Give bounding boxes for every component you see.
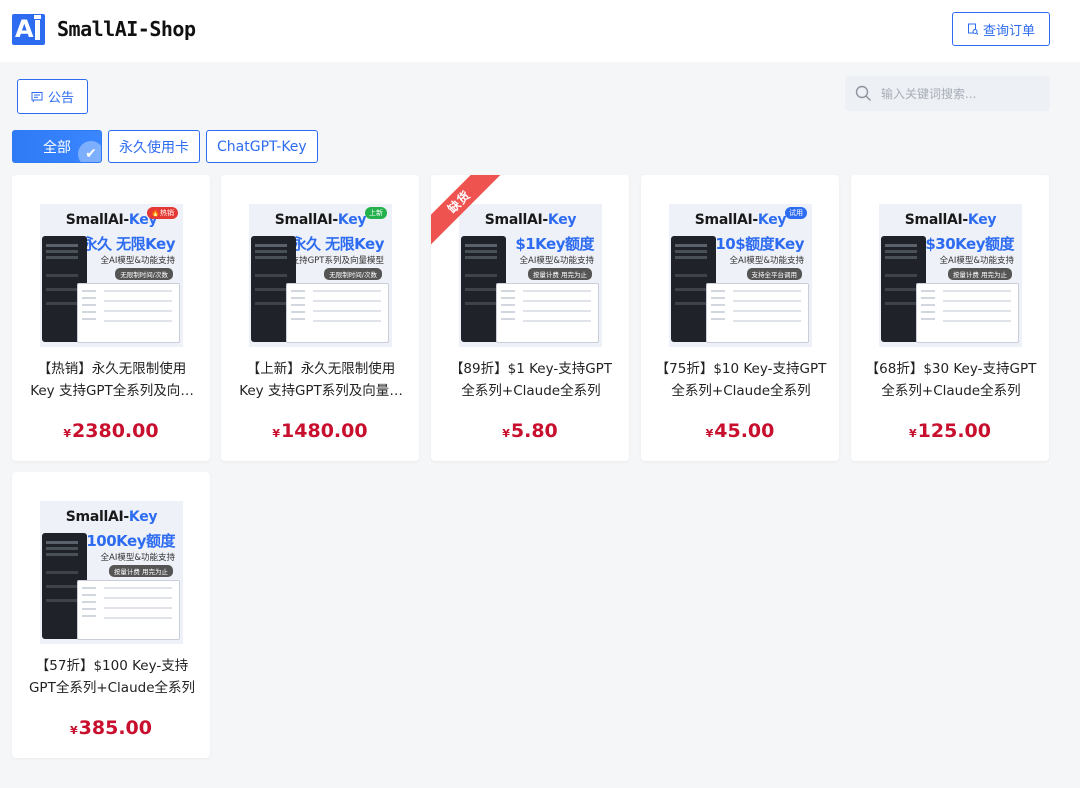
- logo-icon[interactable]: A: [12, 14, 45, 45]
- search-icon: [855, 85, 871, 101]
- tab-chatgpt-key-label: ChatGPT-Key: [217, 138, 307, 155]
- desktop-mockup: [286, 283, 389, 343]
- thumb-pill: 无限制时间/次数: [115, 268, 173, 280]
- thumb-title-b: Key: [757, 212, 787, 228]
- thumb-badge: 🔥热销: [147, 207, 178, 219]
- product-card[interactable]: SmallAI-Key 🔥热销 永久 无限Key 全AI模型&功能支持 无限制时间/次数…: [12, 175, 210, 461]
- desktop-mockup: [916, 283, 1019, 343]
- desktop-mockup: [77, 283, 180, 343]
- header: A SmallAI-Shop 查询订单: [0, 0, 1080, 62]
- currency-symbol: ¥: [705, 427, 714, 440]
- product-image[interactable]: SmallAI-Key 上新永久 无限Key 仅支持GPT系列及向量模型无限制时间/…: [249, 204, 392, 347]
- thumb-headline: 永久 无限Key: [291, 235, 384, 253]
- thumb-title-b: Key: [967, 212, 997, 228]
- document-search-icon: [967, 23, 979, 35]
- query-order-button[interactable]: 查询订单: [952, 12, 1050, 46]
- product-name[interactable]: 【68折】$30 Key-支持GPT全系列+Claude全系列: [865, 358, 1037, 402]
- product-card[interactable]: SmallAI-Key $1Key额度 全AI模型&功能支持 按量计费 用完为止 缺货【…: [431, 175, 629, 461]
- thumb-title-a: SmallAI-: [65, 212, 129, 228]
- check-icon: ✔: [78, 141, 101, 162]
- product-price: ¥5.80: [431, 420, 629, 442]
- thumb-title-b: Key: [337, 212, 367, 228]
- tab-permanent-card[interactable]: 永久使用卡: [108, 130, 200, 163]
- product-price: ¥2380.00: [12, 420, 210, 442]
- thumb-title: SmallAI-Key: [40, 509, 183, 525]
- thumb-pill: 支持全平台调用: [746, 268, 802, 280]
- desktop-mockup: [496, 283, 599, 343]
- currency-symbol: ¥: [909, 427, 917, 440]
- product-image[interactable]: SmallAI-Key 🔥热销 永久 无限Key 全AI模型&功能支持 无限制时间/次数: [40, 204, 183, 347]
- thumb-title: SmallAI-Key: [459, 212, 602, 228]
- product-card[interactable]: SmallAI-Key $30Key额度全AI模型&功能支持 按量计费 用完为止【6…: [851, 175, 1049, 461]
- thumb-badge: 上新: [365, 207, 387, 219]
- thumb-title-a: SmallAI-: [65, 509, 129, 525]
- tab-all-label: 全部: [43, 139, 71, 156]
- thumb-badge: 试用: [785, 207, 807, 219]
- thumb-subtitle: 全AI模型&功能支持: [100, 256, 175, 266]
- currency-symbol: ¥: [63, 427, 72, 440]
- product-name[interactable]: 【热销】永久无限制使用Key 支持GPT全系列及向量模型: [26, 358, 198, 402]
- currency-symbol: ¥: [502, 427, 510, 440]
- thumb-headline: $100Key额度: [76, 532, 175, 550]
- notice-button[interactable]: 公告: [17, 79, 88, 114]
- search-input[interactable]: [881, 86, 1041, 101]
- tab-all[interactable]: 全部 ✔: [12, 130, 102, 163]
- price-value: 1480.00: [281, 420, 368, 442]
- product-price: ¥125.00: [851, 420, 1049, 442]
- thumb-headline: $30Key额度: [925, 235, 1014, 253]
- product-price: ¥45.00: [641, 420, 839, 442]
- thumb-title-a: SmallAI-: [484, 212, 548, 228]
- product-image[interactable]: SmallAI-Key 试用 10$额度Key 全AI模型&功能支持支持全平台调用: [669, 204, 812, 347]
- currency-symbol: ¥: [70, 724, 78, 737]
- product-card[interactable]: SmallAI-Key $100Key额度全AI模型&功能支持 按量计费 用完为止【…: [12, 472, 210, 758]
- thumb-title-a: SmallAI-: [274, 212, 338, 228]
- product-price: ¥1480.00: [221, 420, 419, 442]
- thumb-headline: 10$额度Key: [715, 235, 804, 253]
- price-value: 5.80: [510, 420, 558, 442]
- thumb-subtitle: 全AI模型&功能支持: [519, 256, 594, 266]
- tab-permanent-card-label: 永久使用卡: [119, 139, 189, 156]
- product-price: ¥385.00: [12, 717, 210, 739]
- message-icon: [31, 91, 43, 102]
- product-name[interactable]: 【75折】$10 Key-支持GPT全系列+Claude全系列: [655, 358, 827, 402]
- thumb-title-b: Key: [547, 212, 577, 228]
- product-name[interactable]: 【57折】$100 Key-支持GPT全系列+Claude全系列: [26, 655, 198, 699]
- thumb-pill: 无限制时间/次数: [324, 268, 382, 280]
- price-value: 45.00: [714, 420, 775, 442]
- thumb-title-a: SmallAI-: [694, 212, 758, 228]
- product-image[interactable]: SmallAI-Key $100Key额度全AI模型&功能支持 按量计费 用完为止: [40, 501, 183, 644]
- thumb-title-b: Key: [128, 509, 158, 525]
- notice-label: 公告: [47, 90, 74, 105]
- thumb-subtitle: 仅支持GPT系列及向量模型: [282, 256, 384, 266]
- thumb-headline: $1Key额度: [515, 235, 594, 253]
- product-image[interactable]: SmallAI-Key $1Key额度全AI模型&功能支持 按量计费 用完为止: [459, 204, 602, 347]
- thumb-title: SmallAI-Key: [879, 212, 1022, 228]
- thumb-pill: 按量计费 用完为止: [527, 268, 592, 280]
- search-box: [845, 76, 1050, 111]
- desktop-mockup: [77, 580, 180, 640]
- thumb-subtitle: 全AI模型&功能支持: [100, 553, 175, 563]
- product-card[interactable]: SmallAI-Key 上新永久 无限Key 仅支持GPT系列及向量模型无限制时间/…: [221, 175, 419, 461]
- thumb-pill: 按量计费 用完为止: [947, 268, 1012, 280]
- category-tabs: 全部 ✔ 永久使用卡 ChatGPT-Key: [12, 130, 318, 163]
- desktop-mockup: [706, 283, 809, 343]
- query-order-label: 查询订单: [982, 22, 1035, 38]
- price-value: 125.00: [917, 420, 991, 442]
- thumb-headline: 永久 无限Key: [82, 235, 175, 253]
- product-image[interactable]: SmallAI-Key $30Key额度全AI模型&功能支持 按量计费 用完为止: [879, 204, 1022, 347]
- tab-chatgpt-key[interactable]: ChatGPT-Key: [206, 130, 318, 163]
- product-card[interactable]: SmallAI-Key 试用 10$额度Key 全AI模型&功能支持支持全平台调用【7…: [641, 175, 839, 461]
- price-value: 385.00: [78, 717, 152, 739]
- thumb-pill: 按量计费 用完为止: [108, 565, 173, 577]
- product-name[interactable]: 【上新】永久无限制使用Key 支持GPT系列及向量模型: [235, 358, 407, 402]
- product-name[interactable]: 【89折】$1 Key-支持GPT全系列+Claude全系列: [445, 358, 617, 402]
- currency-symbol: ¥: [272, 427, 281, 440]
- brand-title[interactable]: SmallAI-Shop: [57, 17, 196, 41]
- thumb-subtitle: 全AI模型&功能支持: [939, 256, 1014, 266]
- thumb-title-a: SmallAI-: [904, 212, 968, 228]
- price-value: 2380.00: [72, 420, 159, 442]
- thumb-subtitle: 全AI模型&功能支持: [729, 256, 804, 266]
